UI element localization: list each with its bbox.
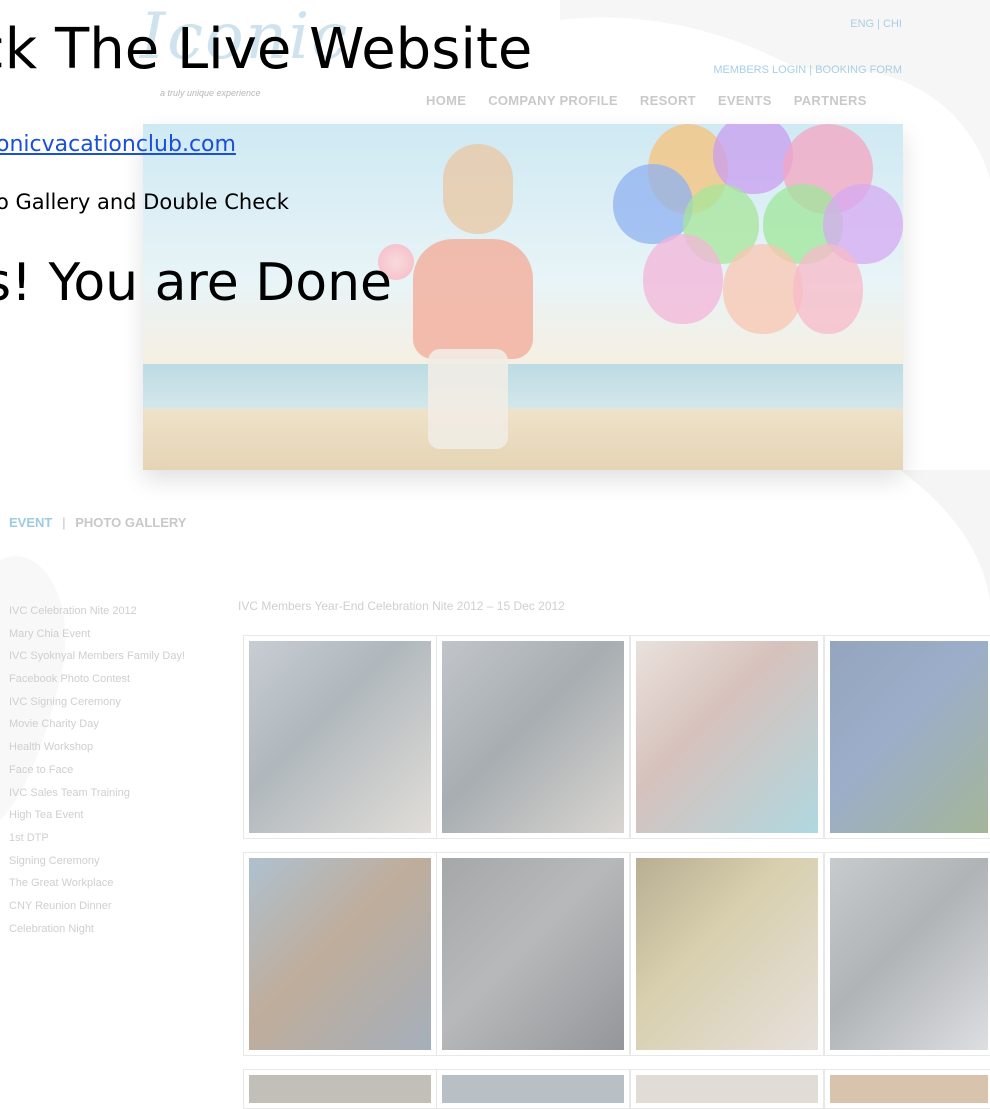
language-switcher[interactable]: ENG | CHI	[850, 18, 902, 30]
photo-image	[442, 858, 624, 1050]
balloon-peach	[723, 244, 803, 334]
gallery-caption: IVC Members Year-End Celebration Nite 20…	[238, 599, 565, 613]
photo-image	[249, 1075, 431, 1103]
photo-thumbnail[interactable]	[824, 852, 990, 1056]
slide-heading: ck The Live Website	[0, 17, 533, 82]
slide-instruction: o Gallery and Double Check	[0, 190, 289, 214]
banner-sea	[143, 364, 903, 414]
event-link[interactable]: IVC Celebration Nite 2012	[9, 600, 185, 623]
photo-image	[636, 858, 818, 1050]
photo-image	[249, 858, 431, 1050]
photo-thumbnail[interactable]	[243, 1069, 437, 1109]
photo-image	[442, 1075, 624, 1103]
event-link[interactable]: IVC Signing Ceremony	[9, 691, 185, 714]
event-link[interactable]: 1st DTP	[9, 827, 185, 850]
event-link[interactable]: The Great Workplace	[9, 872, 185, 895]
banner-girl-legs	[428, 349, 508, 449]
photo-image	[830, 641, 988, 833]
event-link[interactable]: Mary Chia Event	[9, 623, 185, 646]
balloon-rose	[793, 244, 863, 334]
nav-resort[interactable]: RESORT	[640, 93, 696, 108]
website-screenshot: Iconic a truly unique experience ENG | C…	[0, 0, 990, 1109]
event-link[interactable]: Face to Face	[9, 759, 185, 782]
balloon-blue	[613, 164, 693, 244]
photo-thumbnail[interactable]	[243, 635, 437, 839]
photo-thumbnail[interactable]	[436, 1069, 630, 1109]
event-link[interactable]: Facebook Photo Contest	[9, 668, 185, 691]
section-separator: |	[61, 515, 66, 530]
event-link[interactable]: Celebration Night	[9, 918, 185, 941]
event-link[interactable]: Movie Charity Day	[9, 713, 185, 736]
event-link[interactable]: IVC Sales Team Training	[9, 782, 185, 805]
event-link[interactable]: IVC Syoknyal Members Family Day!	[9, 645, 185, 668]
photo-image	[442, 641, 624, 833]
tab-event[interactable]: EVENT	[9, 515, 52, 530]
login-booking-links[interactable]: MEMBERS LOGIN | BOOKING FORM	[713, 64, 902, 76]
photo-thumbnail[interactable]	[824, 1069, 990, 1109]
photo-image	[249, 641, 431, 833]
photo-image	[636, 1075, 818, 1103]
photo-thumbnail[interactable]	[630, 1069, 824, 1109]
event-link[interactable]: CNY Reunion Dinner	[9, 895, 185, 918]
site-tagline: a truly unique experience	[160, 88, 261, 98]
photo-thumbnail[interactable]	[243, 852, 437, 1056]
gallery-section-title: EVENT | PHOTO GALLERY	[9, 515, 186, 530]
banner-sand	[143, 409, 903, 470]
nav-company-profile[interactable]: COMPANY PROFILE	[488, 93, 618, 108]
event-link[interactable]: Health Workshop	[9, 736, 185, 759]
nav-events[interactable]: EVENTS	[718, 93, 772, 108]
event-link[interactable]: High Tea Event	[9, 804, 185, 827]
main-navigation: HOME COMPANY PROFILE RESORT EVENTS PARTN…	[426, 93, 867, 108]
photo-image	[830, 1075, 988, 1103]
balloon-pink-2	[643, 234, 723, 324]
website-url-link[interactable]: onicvacationclub.com	[0, 132, 236, 157]
photo-image	[636, 641, 818, 833]
event-list: IVC Celebration Nite 2012 Mary Chia Even…	[9, 600, 185, 940]
nav-home[interactable]: HOME	[426, 93, 466, 108]
photo-thumbnail[interactable]	[630, 852, 824, 1056]
photo-thumbnail[interactable]	[436, 635, 630, 839]
photo-image	[830, 858, 988, 1050]
photo-thumbnail[interactable]	[630, 635, 824, 839]
nav-partners[interactable]: PARTNERS	[794, 93, 867, 108]
tab-photo-gallery[interactable]: PHOTO GALLERY	[75, 515, 186, 530]
event-link[interactable]: Signing Ceremony	[9, 850, 185, 873]
photo-thumbnail[interactable]	[436, 852, 630, 1056]
photo-thumbnail[interactable]	[824, 635, 990, 839]
banner-girl-head	[443, 144, 513, 234]
slide-done-heading: s! You are Done	[0, 253, 393, 313]
banner-girl-body	[413, 239, 533, 359]
